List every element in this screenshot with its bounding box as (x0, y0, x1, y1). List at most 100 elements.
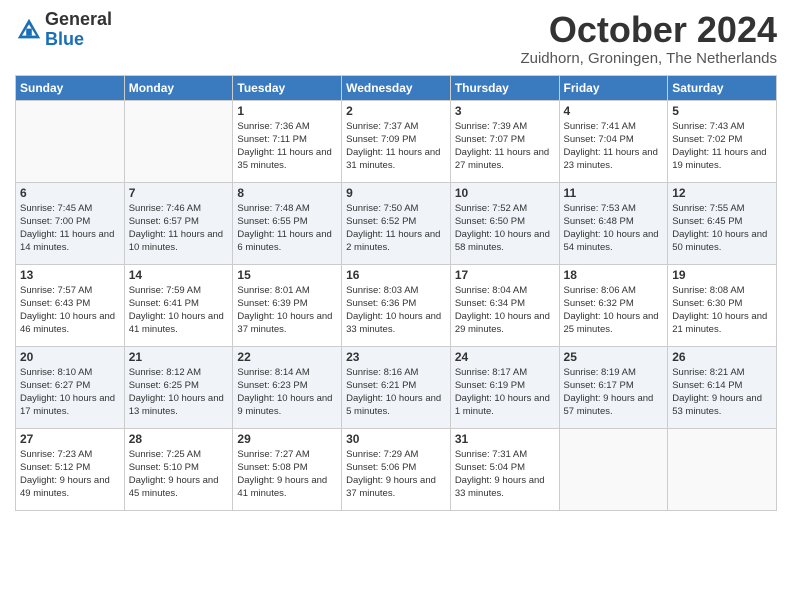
day-number: 14 (129, 268, 229, 282)
header: General Blue October 2024 Zuidhorn, Gron… (15, 10, 777, 67)
calendar-cell: 27 Sunrise: 7:23 AM Sunset: 5:12 PM Dayli… (16, 428, 125, 510)
week-row-5: 27 Sunrise: 7:23 AM Sunset: 5:12 PM Dayli… (16, 428, 777, 510)
calendar-cell: 8Sunrise: 7:48 AM Sunset: 6:55 PM Daylig… (233, 182, 342, 264)
calendar-cell: 31Sunrise: 7:31 AM Sunset: 5:04 PM Dayli… (450, 428, 559, 510)
calendar-cell: 25Sunrise: 8:19 AM Sunset: 6:17 PM Dayli… (559, 346, 668, 428)
page: General Blue October 2024 Zuidhorn, Gron… (0, 0, 792, 612)
day-number: 24 (455, 350, 555, 364)
day-info: Sunrise: 7:31 AM Sunset: 5:04 PM Dayligh… (455, 448, 555, 501)
day-info: Sunrise: 8:14 AM Sunset: 6:23 PM Dayligh… (237, 366, 337, 419)
day-info: Sunrise: 7:29 AM Sunset: 5:06 PM Dayligh… (346, 448, 446, 501)
day-number: 19 (672, 268, 772, 282)
header-row: SundayMondayTuesdayWednesdayThursdayFrid… (16, 75, 777, 100)
day-number: 3 (455, 104, 555, 118)
day-info: Sunrise: 7:41 AM Sunset: 7:04 PM Dayligh… (564, 120, 664, 173)
calendar-cell: 30 Sunrise: 7:29 AM Sunset: 5:06 PM Dayli… (342, 428, 451, 510)
day-info: Sunrise: 8:10 AM Sunset: 6:27 PM Dayligh… (20, 366, 120, 419)
calendar-cell: 29 Sunrise: 7:27 AM Sunset: 5:08 PM Dayli… (233, 428, 342, 510)
day-info: Sunrise: 7:55 AM Sunset: 6:45 PM Dayligh… (672, 202, 772, 255)
day-info: Sunrise: 8:21 AM Sunset: 6:14 PM Dayligh… (672, 366, 772, 419)
calendar-cell: 15 Sunrise: 8:01 AM Sunset: 6:39 PM Dayli… (233, 264, 342, 346)
day-info: Sunrise: 8:01 AM Sunset: 6:39 PM Dayligh… (237, 284, 337, 337)
day-number: 13 (20, 268, 120, 282)
calendar-cell: 18 Sunrise: 8:06 AM Sunset: 6:32 PM Dayli… (559, 264, 668, 346)
day-header-friday: Friday (559, 75, 668, 100)
day-info: Sunrise: 7:27 AM Sunset: 5:08 PM Dayligh… (237, 448, 337, 501)
logo-blue: Blue (45, 30, 112, 50)
day-number: 27 (20, 432, 120, 446)
day-info: Sunrise: 8:17 AM Sunset: 6:19 PM Dayligh… (455, 366, 555, 419)
calendar-cell: 1 Sunrise: 7:36 AM Sunset: 7:11 PM Daylig… (233, 100, 342, 182)
day-info: Sunrise: 7:23 AM Sunset: 5:12 PM Dayligh… (20, 448, 120, 501)
calendar-cell: 23 Sunrise: 8:16 AM Sunset: 6:21 PM Dayli… (342, 346, 451, 428)
day-header-tuesday: Tuesday (233, 75, 342, 100)
calendar-cell: 14 Sunrise: 7:59 AM Sunset: 6:41 PM Dayli… (124, 264, 233, 346)
day-number: 25 (564, 350, 664, 364)
day-number: 6 (20, 186, 120, 200)
day-info: Sunrise: 7:39 AM Sunset: 7:07 PM Dayligh… (455, 120, 555, 173)
day-number: 5 (672, 104, 772, 118)
day-number: 11 (564, 186, 664, 200)
day-header-saturday: Saturday (668, 75, 777, 100)
month-title: October 2024 (520, 10, 777, 50)
day-number: 4 (564, 104, 664, 118)
day-info: Sunrise: 8:16 AM Sunset: 6:21 PM Dayligh… (346, 366, 446, 419)
day-number: 12 (672, 186, 772, 200)
day-number: 17 (455, 268, 555, 282)
day-number: 2 (346, 104, 446, 118)
week-row-3: 13Sunrise: 7:57 AM Sunset: 6:43 PM Dayli… (16, 264, 777, 346)
day-info: Sunrise: 7:45 AM Sunset: 7:00 PM Dayligh… (20, 202, 120, 255)
calendar-cell: 7 Sunrise: 7:46 AM Sunset: 6:57 PM Daylig… (124, 182, 233, 264)
calendar-cell: 2 Sunrise: 7:37 AM Sunset: 7:09 PM Daylig… (342, 100, 451, 182)
calendar-cell (559, 428, 668, 510)
day-info: Sunrise: 8:06 AM Sunset: 6:32 PM Dayligh… (564, 284, 664, 337)
day-info: Sunrise: 7:36 AM Sunset: 7:11 PM Dayligh… (237, 120, 337, 173)
calendar-cell: 4 Sunrise: 7:41 AM Sunset: 7:04 PM Daylig… (559, 100, 668, 182)
day-header-wednesday: Wednesday (342, 75, 451, 100)
logo-text: General Blue (45, 10, 112, 50)
location-subtitle: Zuidhorn, Groningen, The Netherlands (520, 50, 777, 67)
day-number: 22 (237, 350, 337, 364)
day-number: 1 (237, 104, 337, 118)
day-info: Sunrise: 7:53 AM Sunset: 6:48 PM Dayligh… (564, 202, 664, 255)
week-row-1: 1 Sunrise: 7:36 AM Sunset: 7:11 PM Daylig… (16, 100, 777, 182)
calendar-cell: 21Sunrise: 8:12 AM Sunset: 6:25 PM Dayli… (124, 346, 233, 428)
logo-general: General (45, 10, 112, 30)
day-info: Sunrise: 8:03 AM Sunset: 6:36 PM Dayligh… (346, 284, 446, 337)
day-number: 20 (20, 350, 120, 364)
day-header-sunday: Sunday (16, 75, 125, 100)
day-number: 18 (564, 268, 664, 282)
day-number: 10 (455, 186, 555, 200)
calendar-cell: 3 Sunrise: 7:39 AM Sunset: 7:07 PM Daylig… (450, 100, 559, 182)
day-info: Sunrise: 7:25 AM Sunset: 5:10 PM Dayligh… (129, 448, 229, 501)
calendar-cell (668, 428, 777, 510)
day-number: 29 (237, 432, 337, 446)
day-info: Sunrise: 8:12 AM Sunset: 6:25 PM Dayligh… (129, 366, 229, 419)
calendar-cell: 24 Sunrise: 8:17 AM Sunset: 6:19 PM Dayli… (450, 346, 559, 428)
day-number: 16 (346, 268, 446, 282)
calendar-cell: 17 Sunrise: 8:04 AM Sunset: 6:34 PM Dayli… (450, 264, 559, 346)
day-info: Sunrise: 8:04 AM Sunset: 6:34 PM Dayligh… (455, 284, 555, 337)
calendar-cell: 28Sunrise: 7:25 AM Sunset: 5:10 PM Dayli… (124, 428, 233, 510)
day-info: Sunrise: 7:52 AM Sunset: 6:50 PM Dayligh… (455, 202, 555, 255)
calendar-cell (16, 100, 125, 182)
calendar-cell: 20 Sunrise: 8:10 AM Sunset: 6:27 PM Dayli… (16, 346, 125, 428)
day-number: 7 (129, 186, 229, 200)
calendar-cell: 26Sunrise: 8:21 AM Sunset: 6:14 PM Dayli… (668, 346, 777, 428)
calendar-cell (124, 100, 233, 182)
calendar-cell: 16 Sunrise: 8:03 AM Sunset: 6:36 PM Dayli… (342, 264, 451, 346)
week-row-2: 6 Sunrise: 7:45 AM Sunset: 7:00 PM Daylig… (16, 182, 777, 264)
day-info: Sunrise: 7:59 AM Sunset: 6:41 PM Dayligh… (129, 284, 229, 337)
calendar-cell: 5 Sunrise: 7:43 AM Sunset: 7:02 PM Daylig… (668, 100, 777, 182)
day-info: Sunrise: 8:08 AM Sunset: 6:30 PM Dayligh… (672, 284, 772, 337)
day-info: Sunrise: 7:46 AM Sunset: 6:57 PM Dayligh… (129, 202, 229, 255)
calendar-cell: 9Sunrise: 7:50 AM Sunset: 6:52 PM Daylig… (342, 182, 451, 264)
day-number: 23 (346, 350, 446, 364)
day-info: Sunrise: 7:37 AM Sunset: 7:09 PM Dayligh… (346, 120, 446, 173)
calendar-cell: 10 Sunrise: 7:52 AM Sunset: 6:50 PM Dayli… (450, 182, 559, 264)
calendar-cell: 13Sunrise: 7:57 AM Sunset: 6:43 PM Dayli… (16, 264, 125, 346)
day-info: Sunrise: 7:43 AM Sunset: 7:02 PM Dayligh… (672, 120, 772, 173)
day-number: 15 (237, 268, 337, 282)
day-number: 30 (346, 432, 446, 446)
calendar-cell: 19 Sunrise: 8:08 AM Sunset: 6:30 PM Dayli… (668, 264, 777, 346)
